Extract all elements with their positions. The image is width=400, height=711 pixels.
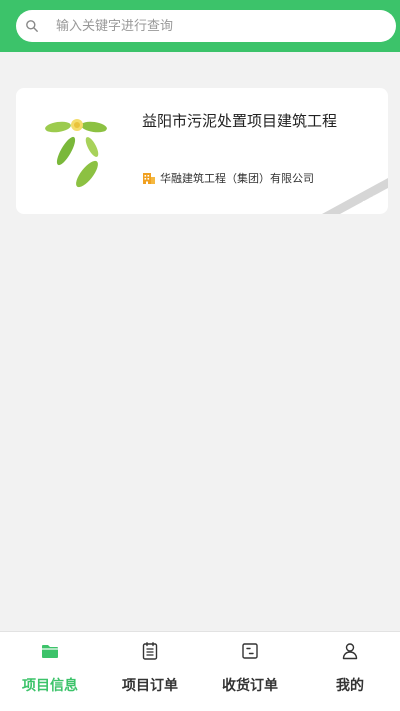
tab-label: 项目订单 (122, 678, 178, 694)
top-bar (0, 0, 400, 52)
company-row: 华融建筑工程（集团）有限公司 (142, 169, 314, 187)
folder-icon (42, 645, 58, 658)
project-title: 益阳市污泥处置项目建筑工程 (142, 112, 338, 130)
building-icon (143, 173, 155, 184)
tab-label: 项目信息 (22, 678, 78, 694)
search-input[interactable] (56, 10, 386, 42)
project-card[interactable]: 益阳市污泥处置项目建筑工程 华融建筑工程（集团）有限公司 已完结 (16, 88, 388, 214)
search-icon (26, 20, 38, 32)
bottom-tab-bar: 项目信息 项目订单 收货订单 我的 (0, 631, 400, 711)
clipboard-icon (142, 642, 158, 660)
user-icon (342, 643, 358, 660)
tab-label: 我的 (336, 678, 364, 694)
company-name: 华融建筑工程（集团）有限公司 (160, 172, 314, 185)
plant-logo-image (45, 119, 107, 188)
receipt-icon (242, 643, 258, 659)
tab-receipt-orders[interactable]: 收货订单 (200, 632, 300, 711)
tab-project-orders[interactable]: 项目订单 (100, 632, 200, 711)
tab-project-info[interactable]: 项目信息 (0, 632, 100, 711)
tab-mine[interactable]: 我的 (300, 632, 400, 711)
search-bar[interactable] (16, 10, 396, 42)
tab-label: 收货订单 (222, 678, 278, 694)
